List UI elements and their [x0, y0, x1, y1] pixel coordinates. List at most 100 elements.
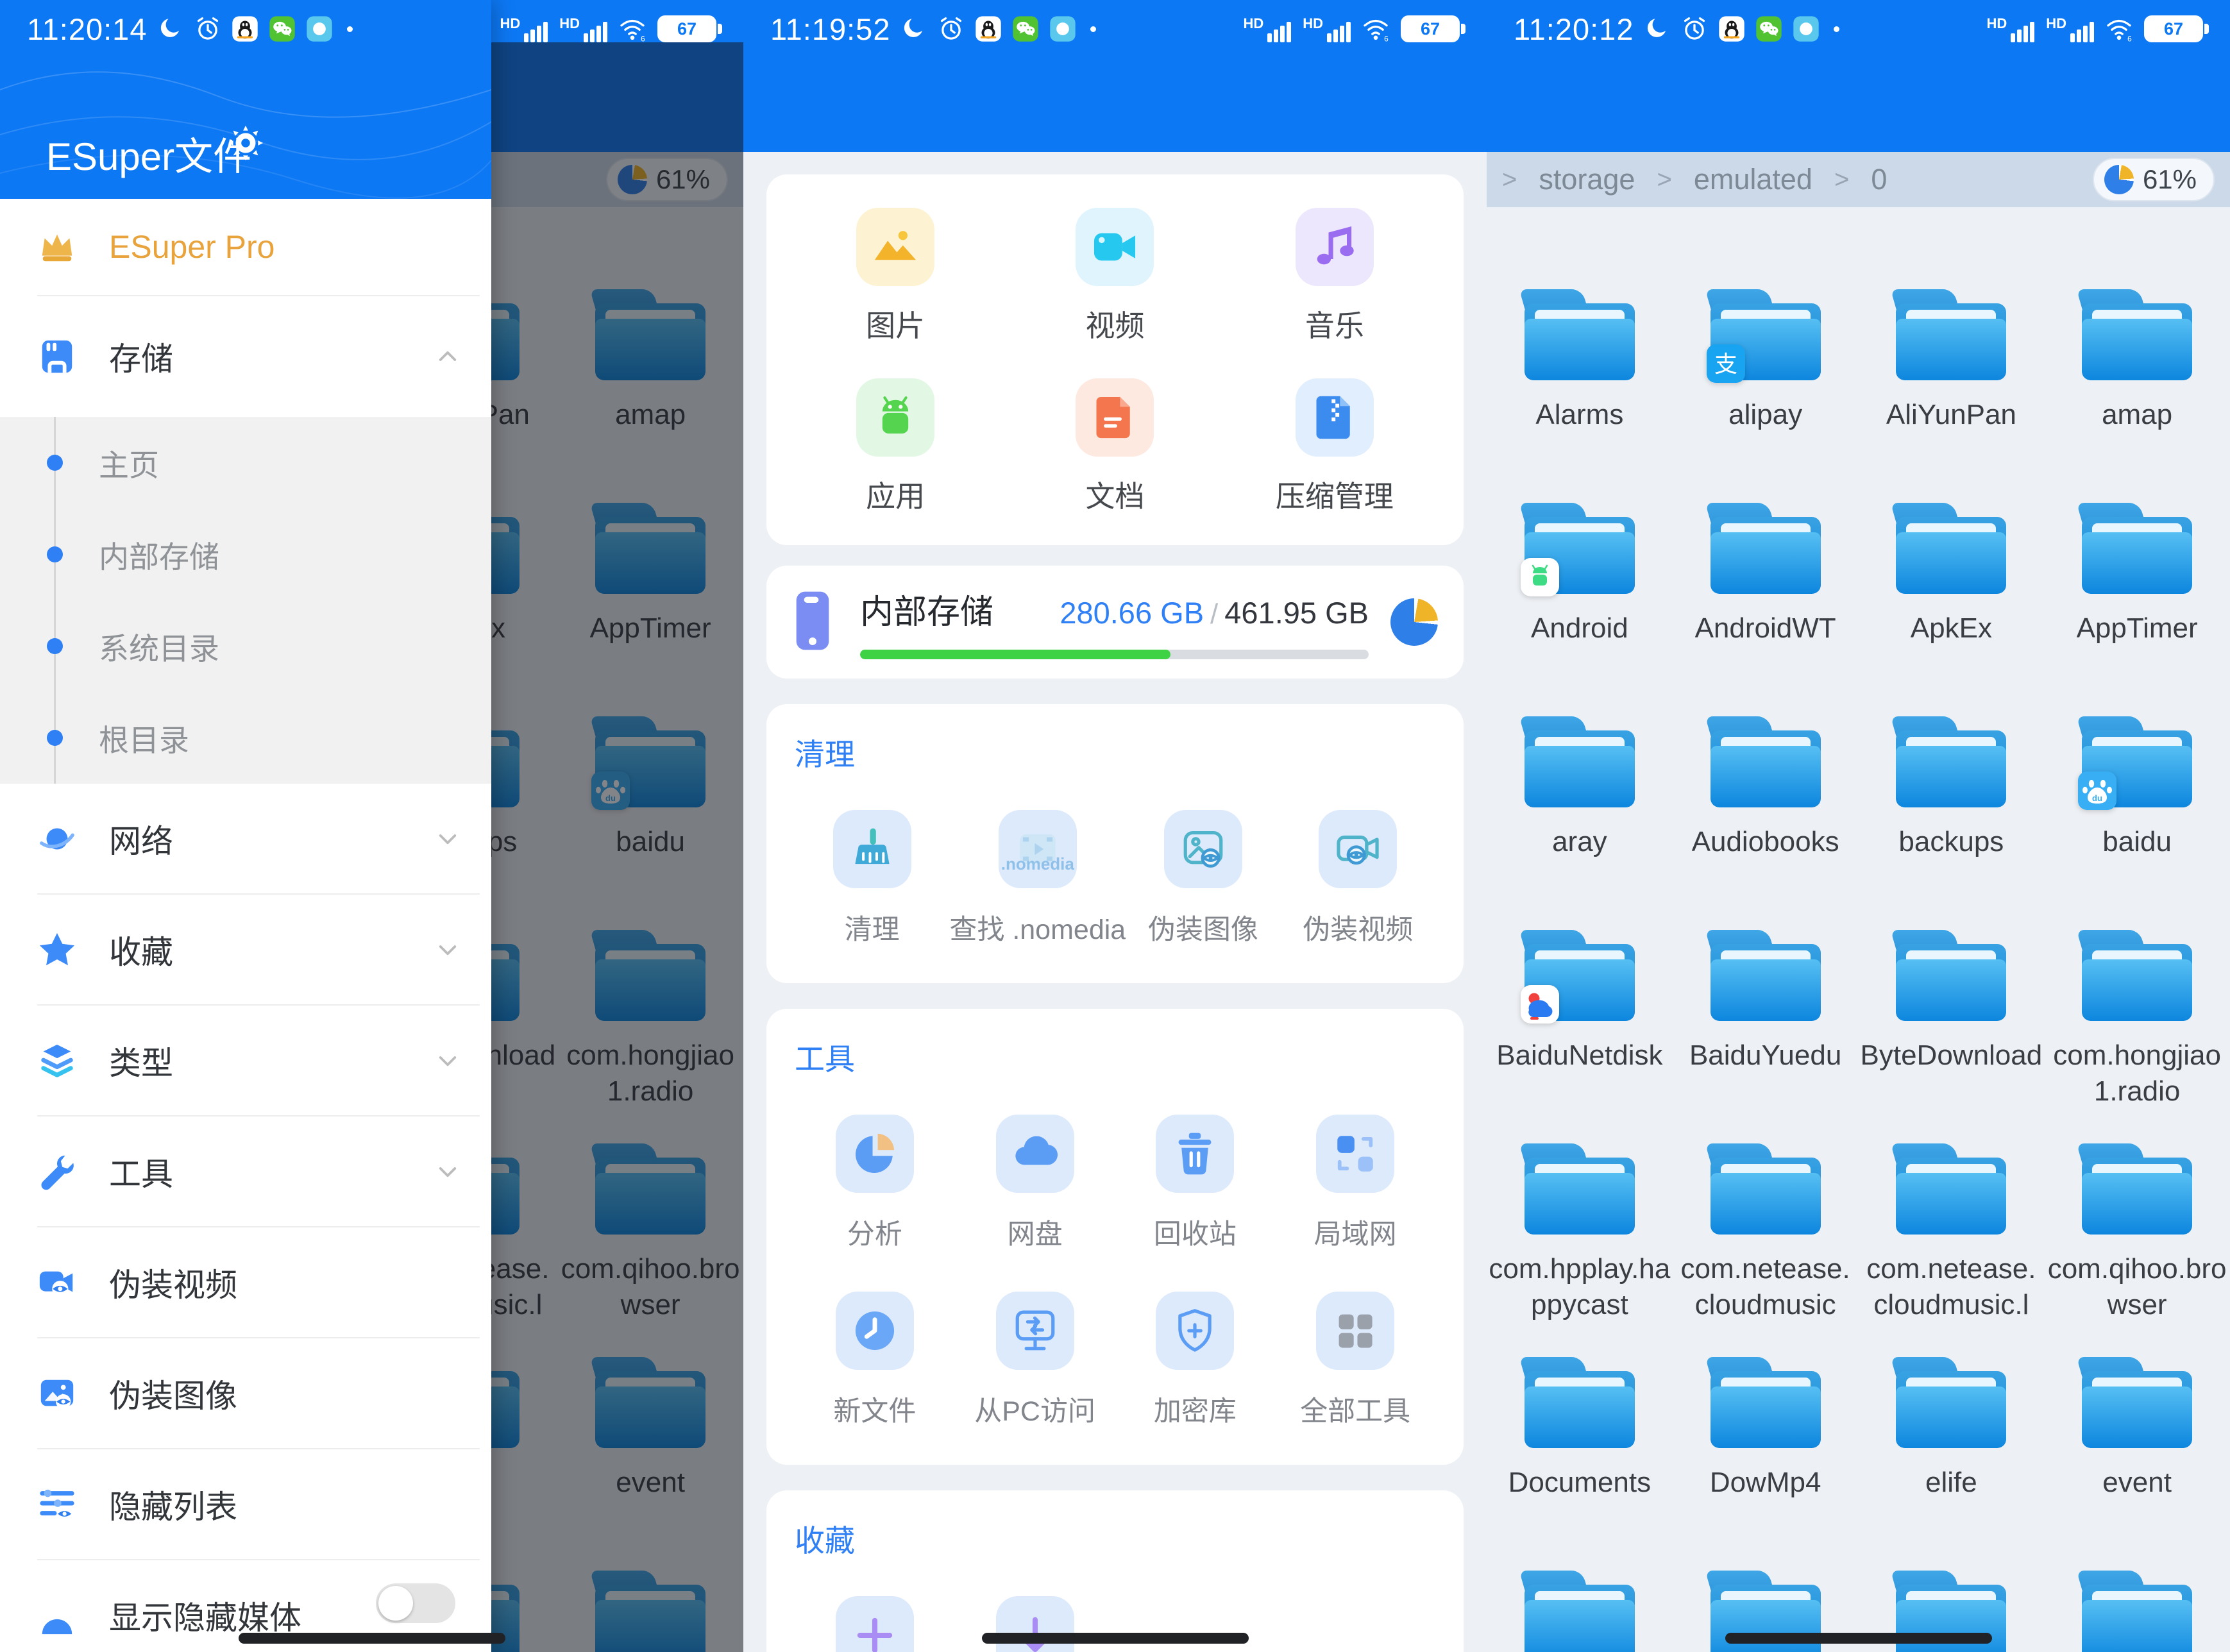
drawer-item-storage[interactable]: 存储: [0, 296, 491, 417]
category-item[interactable]: 音乐: [1225, 208, 1444, 345]
tool-item[interactable]: 清理: [833, 810, 911, 947]
folder-item[interactable]: ApkEx: [1859, 503, 2045, 716]
photo-icon: [871, 223, 920, 271]
breadcrumb-segment[interactable]: storage: [1539, 163, 1635, 196]
tool-item[interactable]: 回收站: [1154, 1115, 1237, 1252]
tool-item[interactable]: 网盘: [996, 1115, 1074, 1252]
folder-item[interactable]: AppTimer: [2044, 503, 2230, 716]
layers-icon: [37, 1041, 77, 1081]
folder-item[interactable]: com.netease.cloudmusic.l: [1859, 1143, 2045, 1357]
folder-label: AppTimer: [2077, 611, 2198, 646]
folder-item[interactable]: com.qihoo.browser: [2044, 1143, 2230, 1357]
drawer-subitem[interactable]: 系统目录: [0, 600, 491, 692]
lan-icon: [1331, 1130, 1379, 1177]
clock-icon: [851, 1307, 899, 1354]
settings-gear-button[interactable]: [226, 123, 266, 163]
tool-item[interactable]: 新文件: [833, 1292, 916, 1429]
folder-item[interactable]: Documents: [1487, 1357, 1673, 1571]
drawer-scrim[interactable]: [491, 42, 743, 1652]
video-eye-icon: [37, 1263, 77, 1302]
folder-item[interactable]: aray: [1487, 716, 1673, 930]
tool-item[interactable]: 伪装图像: [1148, 810, 1258, 947]
home-indicator[interactable]: [1725, 1633, 1992, 1644]
drawer-item-3[interactable]: 类型: [0, 1006, 491, 1115]
storage-usage-badge[interactable]: 61%: [2093, 158, 2215, 201]
category-item[interactable]: 文档: [1005, 378, 1224, 516]
folder-label: alipay: [1728, 397, 1802, 433]
folder-item[interactable]: event: [2044, 1357, 2230, 1571]
tool-tile: [1156, 1292, 1234, 1370]
tool-item[interactable]: 分析: [836, 1115, 914, 1252]
folder-item[interactable]: com.netease.cloudmusic: [1673, 1143, 1859, 1357]
tool-item[interactable]: .nomedia查找 .nomedia: [949, 810, 1126, 947]
wifi-icon: 6: [1362, 15, 1389, 42]
drawer-item-esuper-pro[interactable]: ESuper Pro: [0, 199, 491, 295]
folder-item[interactable]: com.hongjiao1.radio: [2044, 930, 2230, 1143]
tool-label: 新文件: [833, 1389, 916, 1429]
storage-total-value: 461.95 GB: [1224, 595, 1369, 630]
moon-icon: [157, 15, 184, 42]
folder-item[interactable]: AndroidWT: [1673, 503, 1859, 716]
folder-item[interactable]: AliYunPan: [1859, 289, 2045, 503]
folder-item[interactable]: Android: [1487, 503, 1673, 716]
folder-item[interactable]: dubaidu: [2044, 716, 2230, 930]
tool-tile: [996, 1115, 1074, 1193]
folder-label: event: [2102, 1465, 2172, 1501]
tool-item[interactable]: 局域网: [1314, 1115, 1397, 1252]
folder-item[interactable]: ByteDownload: [1859, 930, 2045, 1143]
folder-item[interactable]: com.hpplay.happycast: [1487, 1143, 1673, 1357]
folder-label: Alarms: [1535, 397, 1623, 433]
folder-icon: [1711, 1357, 1821, 1448]
status-right-cluster: HDHD667: [1986, 15, 2203, 42]
drawer-subitem[interactable]: 主页: [0, 417, 491, 509]
folder-item[interactable]: DowMp4: [1673, 1357, 1859, 1571]
folder-item-partial[interactable]: [2044, 1571, 2230, 1652]
tool-item[interactable]: 添加: [836, 1596, 914, 1652]
drawer-item-1[interactable]: 网络: [0, 784, 491, 893]
internal-storage-card[interactable]: 内部存储280.66 GB/461.95 GB: [766, 566, 1464, 678]
drawer-item-6[interactable]: 伪装图像: [0, 1338, 491, 1448]
folder-item[interactable]: amap: [2044, 289, 2230, 503]
show-hidden-media-toggle[interactable]: [376, 1583, 455, 1623]
breadcrumb-segment[interactable]: emulated: [1694, 163, 1812, 196]
tool-item[interactable]: 伪装视频: [1303, 810, 1413, 947]
drawer-item-2[interactable]: 收藏: [0, 895, 491, 1004]
breadcrumb-segment[interactable]: 0: [1871, 163, 1887, 196]
screen-browser: 11:20:12HDHD667本地>storage>emulated>061%A…: [1487, 0, 2230, 1652]
folder-item[interactable]: 支alipay: [1673, 289, 1859, 503]
folder-item[interactable]: elife: [1859, 1357, 2045, 1571]
folder-item[interactable]: BaiduYuedu: [1673, 930, 1859, 1143]
section-header: 清理: [795, 730, 1435, 774]
folder-item[interactable]: BaiduNetdisk: [1487, 930, 1673, 1143]
folder-item[interactable]: Audiobooks: [1673, 716, 1859, 930]
tool-item[interactable]: 加密库: [1154, 1292, 1237, 1429]
drawer-item-7[interactable]: 隐藏列表: [0, 1449, 491, 1559]
drawer-subitem[interactable]: 内部存储: [0, 509, 491, 600]
tool-item[interactable]: 全部工具: [1300, 1292, 1410, 1429]
category-item[interactable]: 应用: [786, 378, 1005, 516]
home-indicator[interactable]: [982, 1633, 1249, 1644]
category-item[interactable]: 视频: [1005, 208, 1224, 345]
folder-item-partial[interactable]: [1487, 1571, 1673, 1652]
category-item[interactable]: 图片: [786, 208, 1005, 345]
folder-item[interactable]: Alarms: [1487, 289, 1673, 503]
category-item[interactable]: 压缩管理: [1225, 378, 1444, 516]
broom-icon: [849, 825, 896, 873]
drawer-item-4[interactable]: 工具: [0, 1117, 491, 1226]
chevron-up-icon: [435, 344, 460, 369]
music-icon: [1310, 223, 1359, 271]
folder-item[interactable]: backups: [1859, 716, 2045, 930]
esuper-pro-label: ESuper Pro: [109, 228, 275, 266]
android-badge-icon: [1519, 557, 1560, 598]
tool-item[interactable]: 从PC访问: [974, 1292, 1095, 1429]
tool-tile: [833, 810, 911, 888]
section-title: 清理: [795, 730, 1435, 774]
drawer-item-5[interactable]: 伪装视频: [0, 1227, 491, 1337]
storage-pie-icon: [1390, 598, 1438, 646]
qq-app-icon: [232, 15, 258, 42]
home-indicator[interactable]: [239, 1633, 505, 1644]
folder-label: BaiduYuedu: [1689, 1038, 1841, 1074]
trash-icon: [1171, 1130, 1219, 1177]
drawer-subitem[interactable]: 根目录: [0, 692, 491, 784]
drawer-item-label: 伪装视频: [109, 1260, 237, 1306]
